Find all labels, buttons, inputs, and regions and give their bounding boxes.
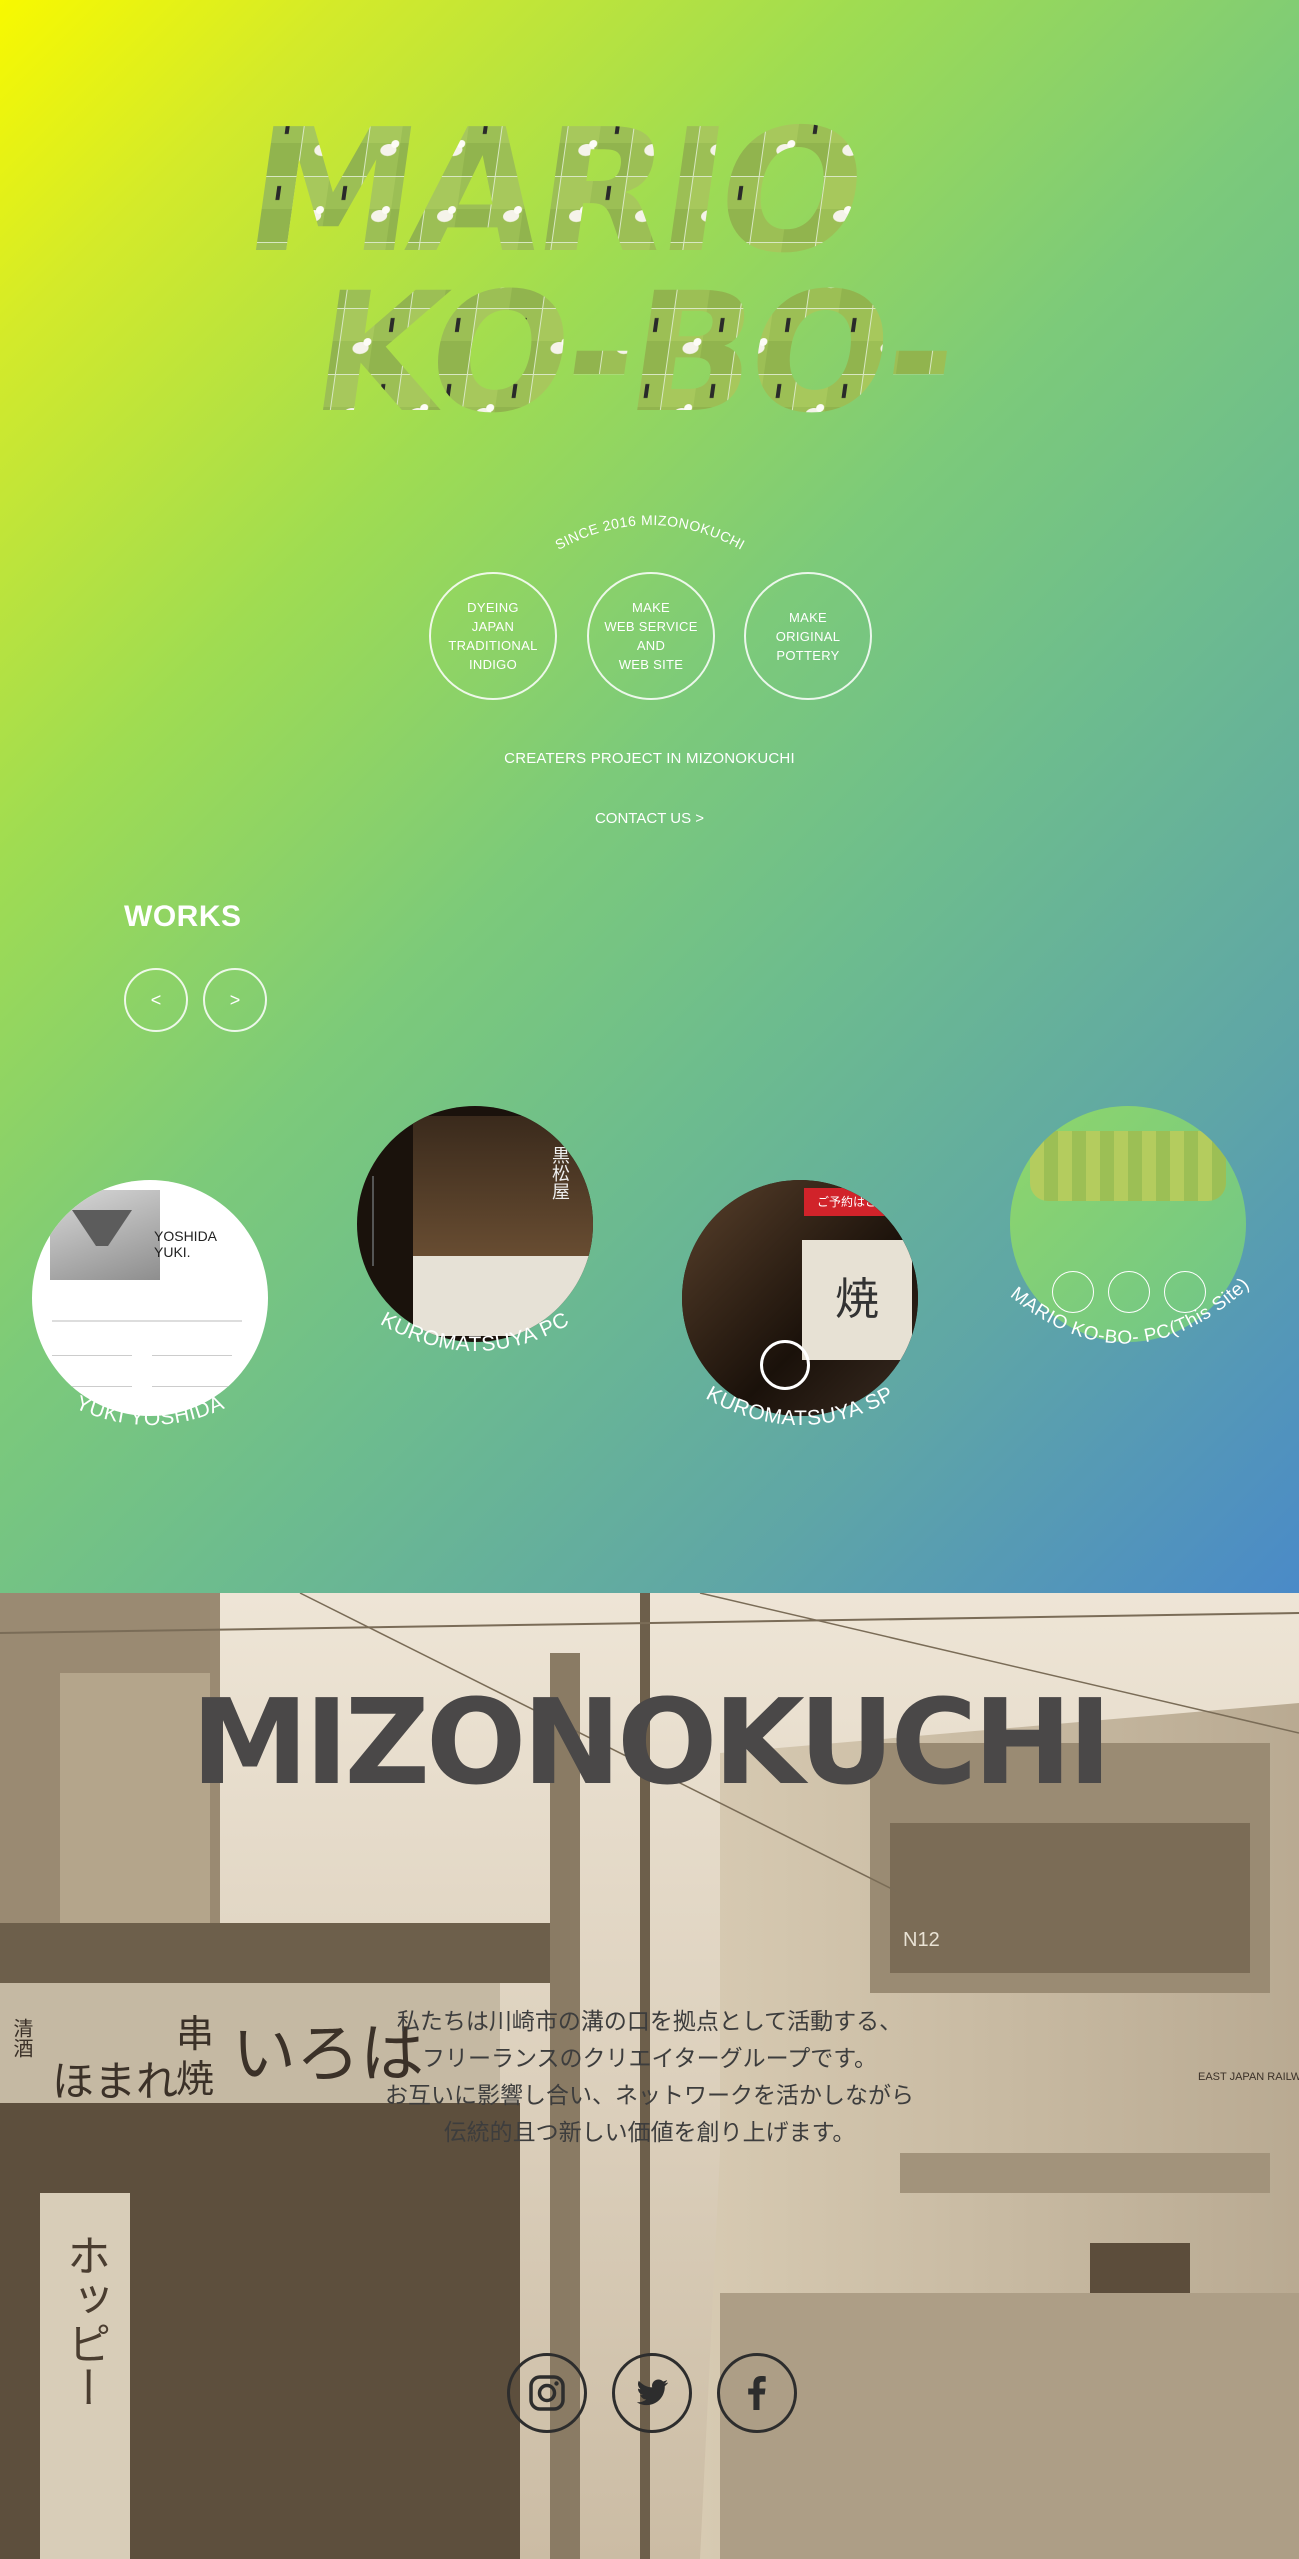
logo-line-2: KO-BO- (302, 258, 963, 450)
twitter-button[interactable] (612, 2353, 692, 2433)
service-web-label: MAKE WEB SERVICE AND WEB SITE (604, 600, 698, 672)
section-title: MIZONOKUCHI (191, 1673, 1112, 1811)
work-item-kuromatsuya-sp[interactable]: ご予約はこちら 焼 KUROMATSUYA SP (682, 1180, 918, 1450)
hero-section: MARIO KO-BO- SINCE 2016 MIZONOKUCHI DYEI… (0, 0, 1299, 1593)
intro-text: 私たちは川崎市の溝の口を拠点として活動する、 フリーランスのクリエイターグループ… (0, 2003, 1299, 2151)
reservation-banner: ご予約はこちら (804, 1188, 914, 1216)
service-pottery-label: MAKE ORIGINAL POTTERY (775, 609, 841, 663)
intro-line: フリーランスのクリエイターグループです。 (422, 2045, 877, 2071)
contact-link[interactable]: CONTACT US > (0, 810, 1299, 827)
site-logo[interactable]: MARIO KO-BO- (240, 110, 1170, 450)
works-next-button[interactable]: > (203, 968, 267, 1032)
work-label-mario-kobo-pc: MARIO KO-BO- PC(This Site) (1006, 1274, 1253, 1349)
work-item-kuromatsuya-pc[interactable]: 黒松屋 KUROMATSUYA PC (357, 1106, 593, 1376)
works-title: WORKS (124, 900, 242, 933)
thumb-title: YOSHIDA YUKI. (154, 1228, 217, 1260)
svg-text:SINCE 2016 MIZONOKUCHI: SINCE 2016 MIZONOKUCHI (552, 512, 748, 553)
shop-sign: 黒松屋 (550, 1146, 570, 1200)
works-prev-button[interactable]: < (124, 968, 188, 1032)
intro-line: 私たちは川崎市の溝の口を拠点として活動する、 (396, 2008, 903, 2034)
divider (52, 1320, 242, 1322)
work-label-kuromatsuya-pc: KUROMATSUYA PC (377, 1308, 573, 1356)
intro-line: 伝統的且つ新しい価値を創り上げます。 (443, 2119, 856, 2145)
work-item-mario-kobo-pc[interactable]: MARIO KO-BO- PC(This Site) (1006, 1106, 1253, 1376)
svg-text:MARIO KO-BO- PC(This Site): MARIO KO-BO- PC(This Site) (1006, 1274, 1253, 1349)
svg-text:KUROMATSUYA SP: KUROMATSUYA SP (702, 1382, 897, 1430)
work-label-yuki-yoshida: YUKI YOSHIDA (72, 1391, 227, 1430)
chevron-left-icon: < (150, 989, 162, 1010)
nav-menu-lines (372, 1176, 404, 1266)
service-web-button[interactable]: MAKE WEB SERVICE AND WEB SITE (587, 572, 715, 700)
service-indigo-label: DYEING JAPAN TRADITIONAL INDIGO (448, 600, 538, 672)
service-indigo-button[interactable]: DYEING JAPAN TRADITIONAL INDIGO (429, 572, 557, 700)
photo-train-number: N12 (903, 1929, 940, 1951)
facebook-button[interactable] (717, 2353, 797, 2433)
tagline: CREATERS PROJECT IN MIZONOKUCHI (504, 750, 795, 767)
about-section: 串 焼 いろは ホッピー 清酒 ほまれ N12 EAST JAPAN RAILW… (0, 1593, 1299, 2559)
work-item-yuki-yoshida[interactable]: YOSHIDA YUKI. YUKI YOSHIDA (32, 1180, 268, 1450)
instagram-button[interactable] (507, 2353, 587, 2433)
work-label-kuromatsuya-sp: KUROMATSUYA SP (702, 1382, 897, 1430)
photo-sign-hoppy: ホッピー (59, 2233, 110, 2409)
intro-line: お互いに影響し合い、ネットワークを活かしながら (385, 2082, 914, 2108)
mini-logo (1030, 1131, 1226, 1201)
instagram-icon (529, 2375, 565, 2411)
service-pottery-button[interactable]: MAKE ORIGINAL POTTERY (744, 572, 872, 700)
twitter-icon (636, 2379, 668, 2406)
since-label: SINCE 2016 MIZONOKUCHI (552, 512, 748, 553)
facebook-icon (748, 2376, 766, 2410)
svg-text:YUKI YOSHIDA: YUKI YOSHIDA (72, 1391, 227, 1430)
chevron-right-icon: > (229, 989, 241, 1010)
svg-text:KUROMATSUYA PC: KUROMATSUYA PC (377, 1308, 573, 1356)
